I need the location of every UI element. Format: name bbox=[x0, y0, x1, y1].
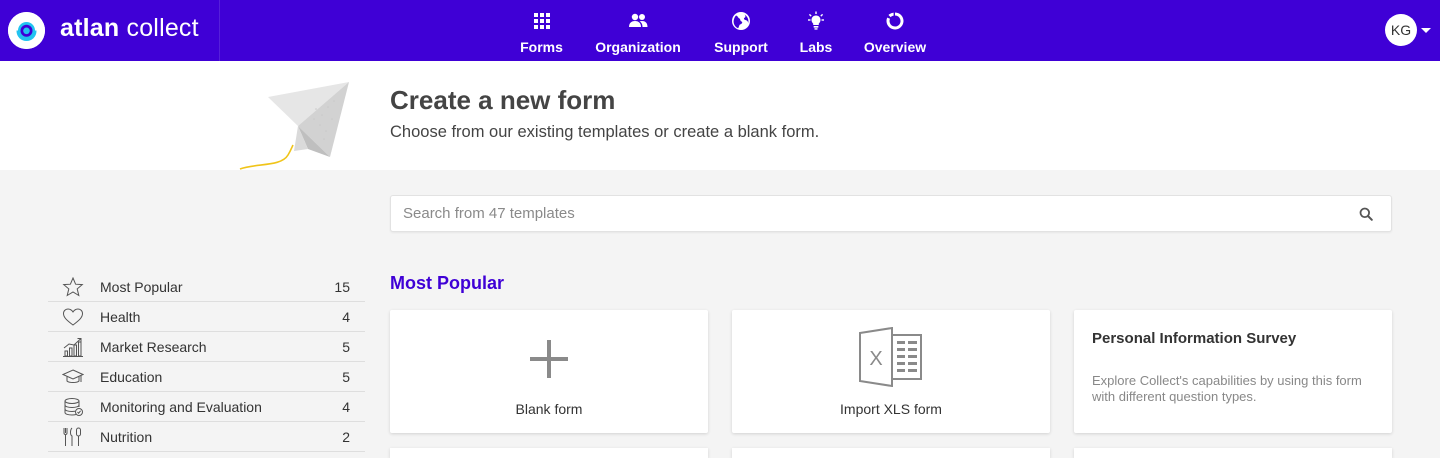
nav-label: Organization bbox=[595, 39, 681, 55]
category-count: 2 bbox=[342, 429, 350, 445]
category-label: Monitoring and Evaluation bbox=[100, 399, 262, 415]
plus-icon bbox=[530, 340, 568, 378]
template-card-personal-information-survey[interactable]: Personal Information Survey Explore Coll… bbox=[1074, 310, 1392, 433]
card-title: Personal Information Survey bbox=[1092, 330, 1297, 347]
category-item-education[interactable]: Education 5 bbox=[48, 362, 365, 392]
top-navigation-bar: atlan collect Forms Organization Support… bbox=[0, 0, 1440, 61]
category-label: Most Popular bbox=[100, 279, 183, 295]
paper-plane-icon bbox=[239, 82, 349, 170]
people-icon bbox=[629, 13, 648, 27]
card-label: Import XLS form bbox=[840, 401, 942, 417]
card-label: Blank form bbox=[515, 401, 583, 417]
nav-label: Forms bbox=[520, 39, 563, 55]
import-xls-card[interactable]: X Import XLS form bbox=[732, 310, 1050, 433]
category-item-most-popular[interactable]: Most Popular 15 bbox=[48, 272, 365, 302]
heart-icon bbox=[62, 308, 84, 326]
nav-label: Support bbox=[714, 39, 768, 55]
category-item-market-research[interactable]: Market Research 5 bbox=[48, 332, 365, 362]
category-label: Market Research bbox=[100, 339, 207, 355]
brand-name: atlan collect bbox=[60, 14, 199, 42]
nav-label: Labs bbox=[799, 39, 833, 55]
cutlery-icon bbox=[63, 427, 81, 446]
category-label: Health bbox=[100, 309, 141, 325]
page-subtitle: Choose from our existing templates or cr… bbox=[390, 123, 820, 141]
ring-icon bbox=[886, 12, 904, 30]
category-count: 15 bbox=[334, 279, 350, 295]
svg-text:X: X bbox=[869, 348, 882, 370]
atlan-logo-icon bbox=[8, 12, 45, 49]
nav-item-forms[interactable]: Forms bbox=[510, 0, 573, 61]
chart-icon bbox=[63, 338, 83, 357]
globe-icon bbox=[732, 12, 750, 30]
lightbulb-icon bbox=[808, 11, 824, 30]
category-count: 5 bbox=[342, 339, 350, 355]
template-card[interactable] bbox=[390, 448, 708, 458]
template-card[interactable] bbox=[732, 448, 1050, 458]
nav-label: Overview bbox=[863, 39, 927, 55]
brand[interactable]: atlan collect bbox=[0, 0, 220, 61]
section-title: Most Popular bbox=[390, 273, 505, 293]
nav-item-overview[interactable]: Overview bbox=[858, 0, 932, 61]
category-item-health[interactable]: Health 4 bbox=[48, 302, 365, 332]
template-search bbox=[390, 195, 1392, 232]
category-label: Education bbox=[100, 369, 163, 385]
chevron-down-icon[interactable] bbox=[1421, 28, 1431, 33]
category-label: Nutrition bbox=[100, 429, 153, 445]
blank-form-card[interactable]: Blank form bbox=[390, 310, 708, 433]
category-count: 4 bbox=[342, 309, 350, 325]
nav-item-organization[interactable]: Organization bbox=[590, 0, 686, 61]
star-icon bbox=[62, 277, 84, 297]
nav-item-labs[interactable]: Labs bbox=[793, 0, 839, 61]
graduation-cap-icon bbox=[62, 369, 84, 383]
category-list: Most Popular 15 Health 4 Market Research… bbox=[48, 272, 365, 452]
template-card[interactable] bbox=[1074, 448, 1392, 458]
nav-item-support[interactable]: Support bbox=[707, 0, 775, 61]
card-description: Explore Collect's capabilities by using … bbox=[1092, 373, 1362, 404]
search-icon[interactable] bbox=[1359, 207, 1373, 221]
database-icon bbox=[64, 398, 83, 416]
category-item-nutrition[interactable]: Nutrition 2 bbox=[48, 422, 365, 452]
page-title: Create a new form bbox=[390, 85, 616, 115]
excel-icon: X bbox=[859, 327, 922, 387]
category-count: 5 bbox=[342, 369, 350, 385]
category-item-monitoring-and-evaluation[interactable]: Monitoring and Evaluation 4 bbox=[48, 392, 365, 422]
category-count: 4 bbox=[342, 399, 350, 415]
search-input[interactable] bbox=[391, 196, 1351, 231]
page-header: Create a new form Choose from our existi… bbox=[0, 61, 1440, 170]
user-avatar[interactable]: KG bbox=[1385, 14, 1417, 46]
grid-icon bbox=[533, 13, 550, 29]
